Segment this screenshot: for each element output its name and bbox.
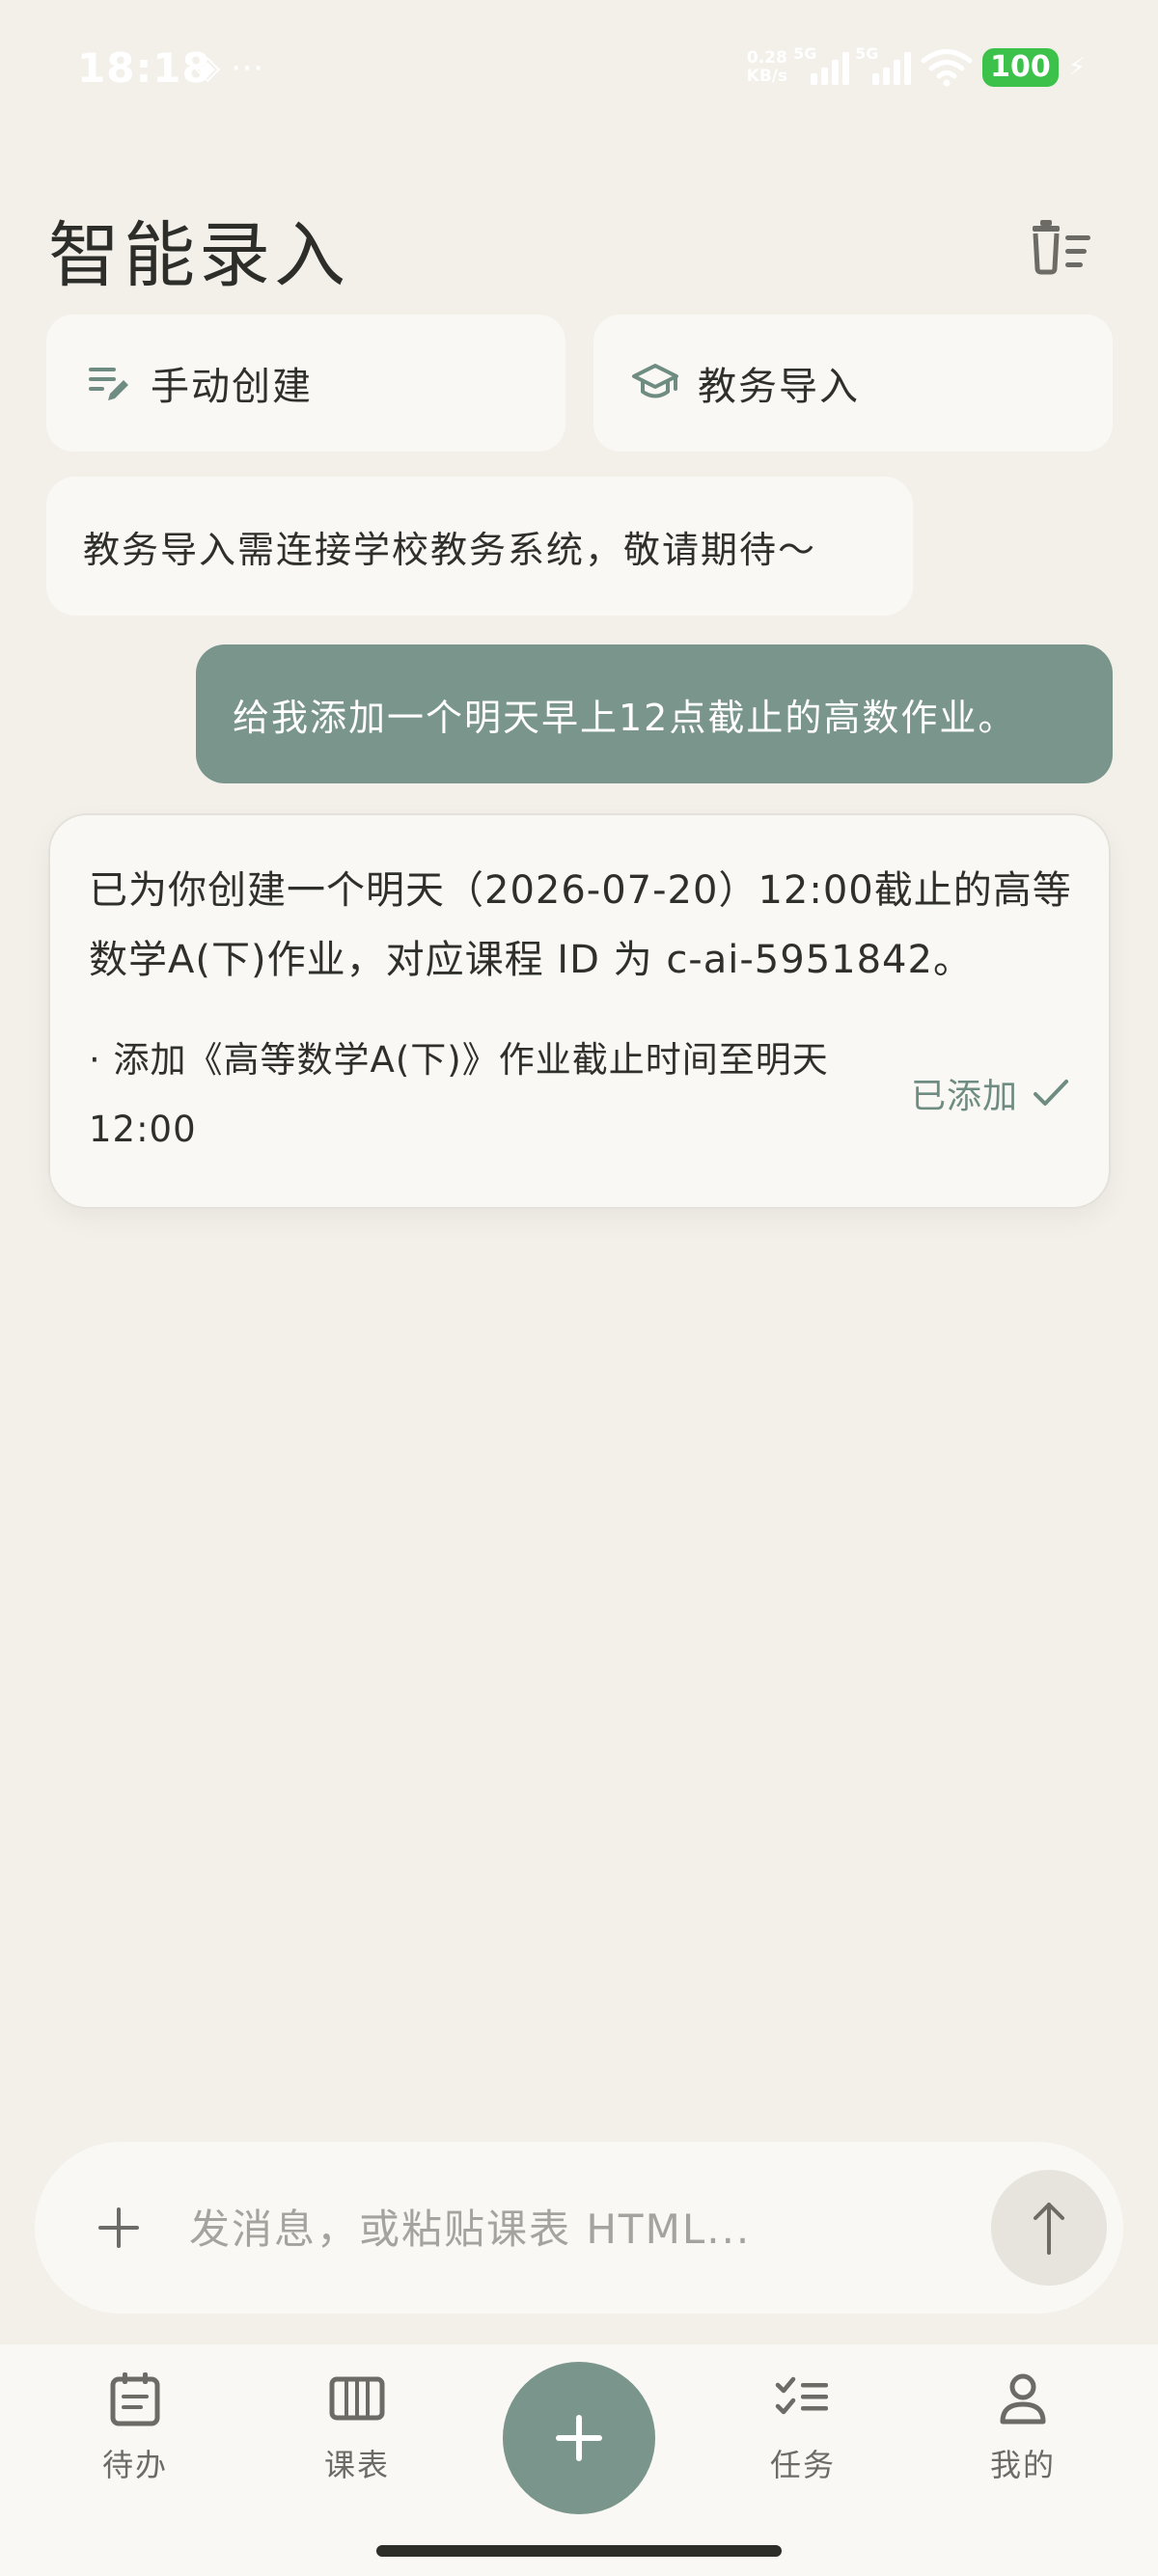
add-fab-button[interactable]: [503, 2362, 655, 2514]
network-speed-unit: KB/s: [746, 67, 788, 86]
manual-create-label: 手动创建: [151, 365, 313, 409]
reply-action-status: 已添加: [911, 1068, 1070, 1118]
plus-icon: [556, 2415, 602, 2461]
battery-icon: 100: [982, 48, 1059, 87]
clear-list-button[interactable]: [1027, 214, 1096, 276]
clear-list-icon: [1033, 220, 1090, 275]
academic-import-button[interactable]: 教务导入: [593, 315, 1113, 452]
user-icon: [992, 2368, 1054, 2429]
status-time: 18:18: [77, 44, 211, 92]
status-right-group: 0.28 KB/s 5G 5G 100 ⚡: [747, 44, 1086, 91]
bottom-nav: 待办 课表 任务 我的: [0, 2344, 1158, 2576]
nav-label-tasks: 任务: [769, 2447, 836, 2483]
signal-tag: 5G: [855, 44, 879, 63]
home-indicator[interactable]: [376, 2545, 782, 2557]
timetable-icon: [326, 2368, 388, 2429]
user-message-bubble: 给我添加一个明天早上12点截止的高数作业。: [196, 644, 1113, 783]
nav-label-schedule: 课表: [323, 2447, 390, 2483]
signal-tag: 5G: [793, 44, 817, 63]
manual-create-button[interactable]: 手动创建: [46, 315, 565, 452]
assistant-reply-card: 已为你创建一个明天（2026-07-20）12:00截止的高等数学A(下)作业，…: [48, 813, 1111, 1209]
nav-label-todo: 待办: [101, 2447, 168, 2483]
assistant-reply-text: 已为你创建一个明天（2026-07-20）12:00截止的高等数学A(下)作业，…: [89, 868, 1072, 982]
nav-label-me: 我的: [989, 2447, 1056, 2483]
page-title: 智能录入: [48, 214, 349, 297]
academic-import-label: 教务导入: [698, 365, 860, 409]
graduation-cap-icon: [630, 358, 680, 408]
plus-icon: [98, 2207, 139, 2248]
message-input[interactable]: [189, 2190, 961, 2267]
attach-button[interactable]: [93, 2202, 145, 2254]
nav-item-me[interactable]: 我的: [946, 2368, 1100, 2485]
nav-item-schedule[interactable]: 课表: [280, 2368, 434, 2485]
check-icon: [1034, 1080, 1068, 1106]
status-extra-icons: ◈ ⋯: [195, 48, 263, 87]
assistant-hint-bubble: 教务导入需连接学校教务系统，敬请期待～: [46, 477, 913, 616]
nav-item-tasks[interactable]: 任务: [726, 2368, 880, 2485]
signal-icon: 5G: [855, 44, 912, 85]
edit-list-icon: [83, 358, 133, 408]
nav-item-todo[interactable]: 待办: [58, 2368, 212, 2485]
charging-icon: ⚡: [1067, 53, 1086, 82]
send-button[interactable]: [991, 2170, 1107, 2286]
checklist-icon: [772, 2368, 834, 2429]
status-bar: 18:18 ◈ ⋯ 0.28 KB/s 5G 5G 100 ⚡: [0, 0, 1158, 135]
arrow-up-icon: [1034, 2203, 1064, 2255]
message-composer: [35, 2142, 1123, 2314]
signal-icon: 5G: [793, 44, 850, 85]
network-speed-value: 0.28: [746, 48, 787, 68]
network-speed: 0.28 KB/s: [747, 49, 787, 86]
reply-action-item: · 添加《高等数学A(下)》作业截止时间至明天 12:00: [89, 1039, 829, 1150]
reply-action-status-label: 已添加: [910, 1077, 1018, 1116]
wifi-icon: [921, 49, 973, 87]
calendar-icon: [104, 2368, 166, 2429]
